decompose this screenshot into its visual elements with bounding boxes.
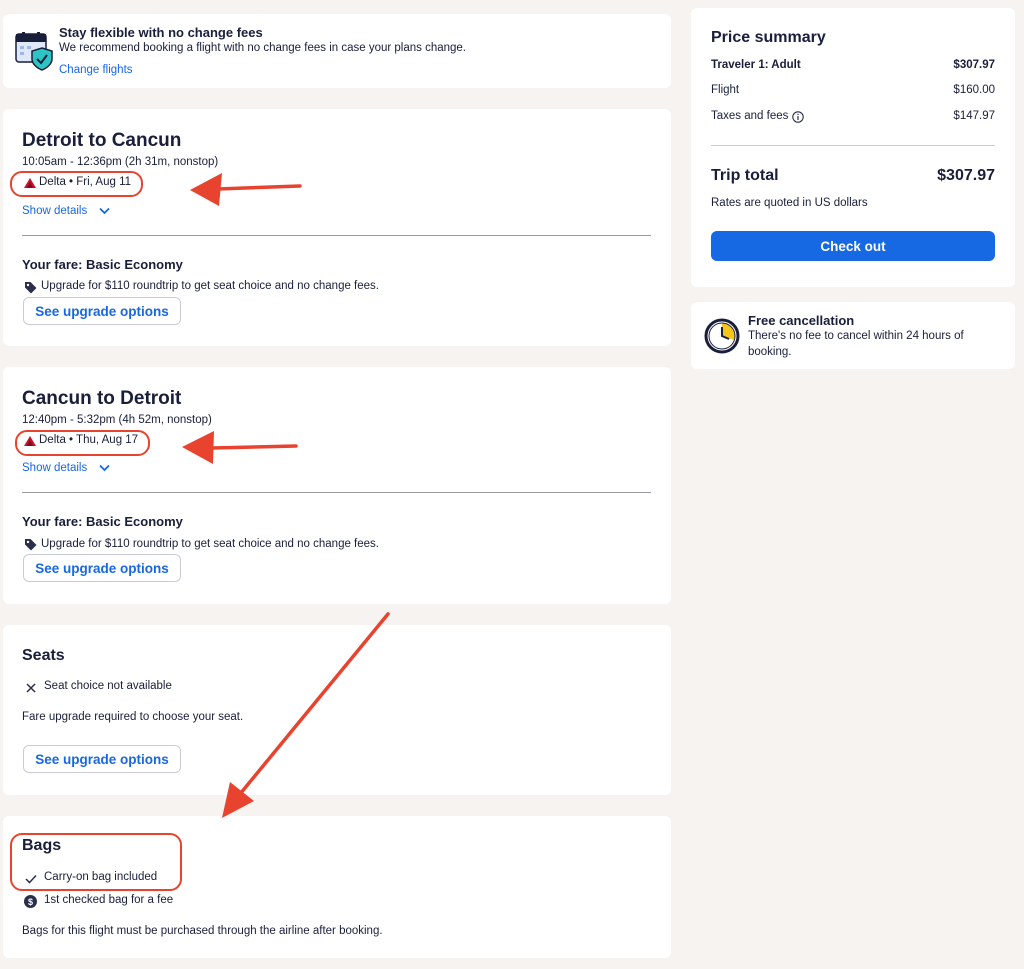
chevron-down-icon[interactable] (99, 464, 110, 472)
return-fare-label: Your fare: Basic Economy (22, 514, 183, 529)
outbound-divider (22, 235, 651, 236)
seats-note: Fare upgrade required to choose your sea… (22, 711, 244, 723)
taxes-value: $147.97 (953, 110, 995, 122)
outbound-flight-card: Detroit to Cancun 10:05am - 12:36pm (2h … (3, 109, 671, 346)
free-cancellation-title: Free cancellation (748, 313, 855, 328)
change-flights-link[interactable]: Change flights (59, 64, 133, 76)
outbound-times: 10:05am - 12:36pm (2h 31m, nonstop) (22, 156, 219, 168)
traveler-value: $307.97 (953, 59, 995, 71)
traveler-label: Traveler 1: Adult (711, 59, 801, 71)
free-cancellation-line2: booking. (748, 346, 792, 358)
checkout-button[interactable]: Check out (711, 231, 995, 261)
flex-banner-card: Stay flexible with no change fees We rec… (3, 14, 671, 88)
bags-checked: 1st checked bag for a fee (44, 894, 174, 906)
flex-banner-body: We recommend booking a flight with no ch… (59, 42, 467, 54)
return-route-title: Cancun to Detroit (22, 388, 182, 409)
seats-card: Seats Seat choice not available Fare upg… (3, 625, 671, 795)
seats-status: Seat choice not available (44, 680, 172, 692)
price-summary-card: Price summary Traveler 1: Adult $307.97 … (691, 8, 1015, 287)
currency-note: Rates are quoted in US dollars (711, 197, 868, 209)
annotation-ring-return (15, 430, 150, 456)
price-summary-title: Price summary (711, 29, 826, 46)
tag-icon (25, 282, 37, 294)
free-cancellation-card: Free cancellation There's no fee to canc… (691, 302, 1015, 369)
outbound-route-title: Detroit to Cancun (22, 130, 182, 151)
flight-price-value: $160.00 (953, 84, 995, 96)
annotation-ring-outbound (10, 171, 143, 197)
outbound-show-details-link[interactable]: Show details (22, 205, 87, 217)
close-icon (26, 683, 36, 693)
trip-total-value: $307.97 (937, 167, 995, 184)
price-divider (711, 145, 995, 146)
bags-note: Bags for this flight must be purchased t… (22, 925, 383, 937)
outbound-upgrade-button[interactable]: See upgrade options (23, 297, 181, 325)
return-divider (22, 492, 651, 493)
free-cancellation-line1: There's no fee to cancel within 24 hours… (748, 330, 964, 342)
return-times: 12:40pm - 5:32pm (4h 52m, nonstop) (22, 414, 212, 426)
return-upgrade-button[interactable]: See upgrade options (23, 554, 181, 582)
outbound-fare-label: Your fare: Basic Economy (22, 257, 183, 272)
flight-price-label: Flight (711, 84, 740, 96)
svg-text:$: $ (28, 897, 33, 907)
return-show-details-link[interactable]: Show details (22, 462, 87, 474)
seats-title: Seats (22, 647, 65, 664)
dollar-circle-icon: $ (24, 895, 37, 908)
annotation-ring-bags (10, 833, 182, 891)
flex-banner-title: Stay flexible with no change fees (59, 25, 263, 40)
chevron-down-icon[interactable] (99, 207, 110, 215)
seats-upgrade-button[interactable]: See upgrade options (23, 745, 181, 773)
tag-icon (25, 539, 37, 551)
info-icon[interactable] (792, 111, 804, 123)
trip-total-label: Trip total (711, 167, 779, 184)
return-upgrade-text: Upgrade for $110 roundtrip to get seat c… (41, 538, 379, 550)
clock-icon (704, 318, 740, 354)
taxes-label: Taxes and fees (711, 110, 789, 122)
calendar-shield-icon (15, 32, 53, 71)
return-flight-card: Cancun to Detroit 12:40pm - 5:32pm (4h 5… (3, 367, 671, 604)
outbound-upgrade-text: Upgrade for $110 roundtrip to get seat c… (41, 280, 379, 292)
